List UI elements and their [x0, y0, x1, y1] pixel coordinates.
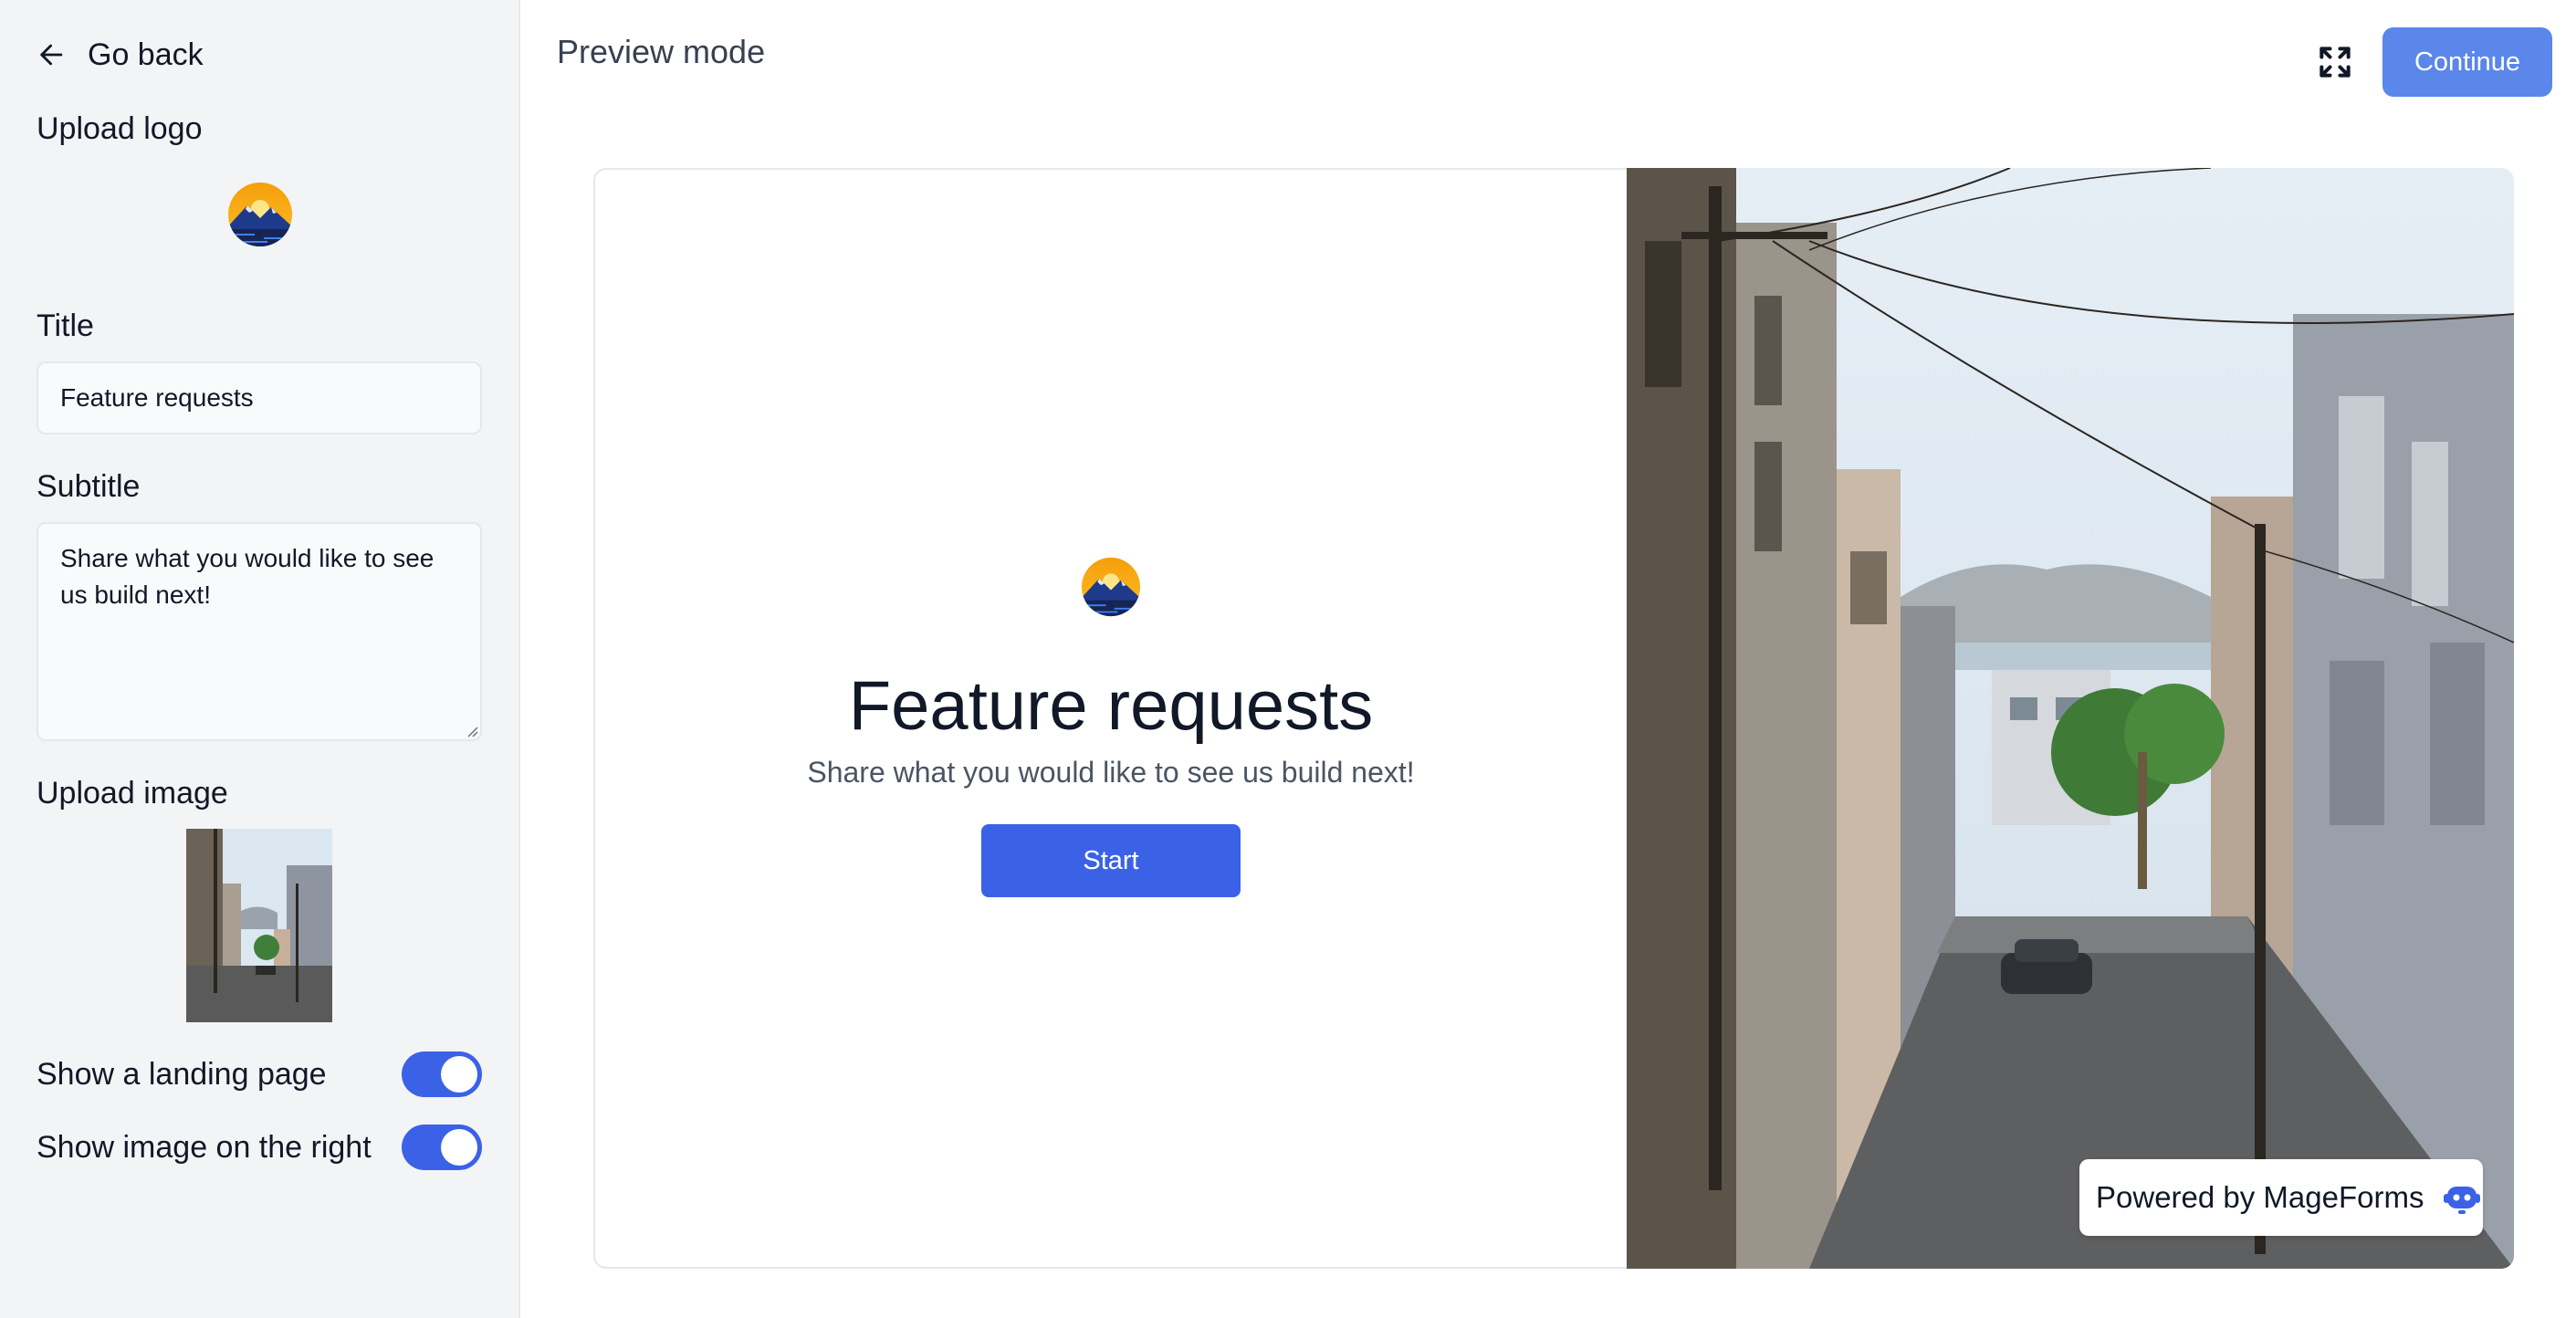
- go-back-button[interactable]: Go back: [37, 33, 204, 77]
- image-upload-preview[interactable]: [186, 829, 332, 1022]
- image-right-toggle[interactable]: [402, 1124, 482, 1170]
- powered-by-badge[interactable]: Powered by MageForms: [2079, 1159, 2483, 1236]
- powered-by-label: Powered by MageForms: [2096, 1180, 2424, 1214]
- title-input[interactable]: Feature requests: [37, 361, 482, 434]
- expand-icon[interactable]: [2315, 42, 2355, 82]
- subtitle-label: Subtitle: [37, 469, 141, 504]
- start-button[interactable]: Start: [981, 824, 1241, 897]
- resize-handle-icon[interactable]: [466, 725, 478, 737]
- preview-title: Feature requests: [848, 667, 1374, 745]
- toggle-knob: [441, 1056, 477, 1093]
- image-right-toggle-row: Show image on the right: [37, 1124, 482, 1170]
- toggle-knob: [441, 1129, 477, 1166]
- mageforms-robot-icon: [2444, 1187, 2481, 1214]
- page-title: Preview mode: [557, 33, 766, 70]
- image-right-toggle-label: Show image on the right: [37, 1129, 372, 1165]
- continue-button[interactable]: Continue: [2382, 27, 2552, 97]
- landing-page-toggle-label: Show a landing page: [37, 1056, 327, 1092]
- landing-page-toggle[interactable]: [402, 1051, 482, 1097]
- landing-page-toggle-row: Show a landing page: [37, 1051, 482, 1097]
- go-back-label: Go back: [88, 37, 204, 72]
- subtitle-textarea[interactable]: Share what you would like to see us buil…: [37, 522, 482, 741]
- sidebar: Go back Upload logo Title Feature reques…: [0, 0, 520, 1318]
- hero-image: [1627, 168, 2514, 1269]
- arrow-left-icon: [40, 44, 63, 66]
- preview-logo: [1081, 557, 1141, 617]
- preview-subtitle: Share what you would like to see us buil…: [807, 756, 1415, 789]
- upload-image-label: Upload image: [37, 776, 228, 811]
- logo-upload-preview[interactable]: [227, 182, 293, 247]
- upload-logo-label: Upload logo: [37, 111, 203, 146]
- title-label: Title: [37, 309, 94, 343]
